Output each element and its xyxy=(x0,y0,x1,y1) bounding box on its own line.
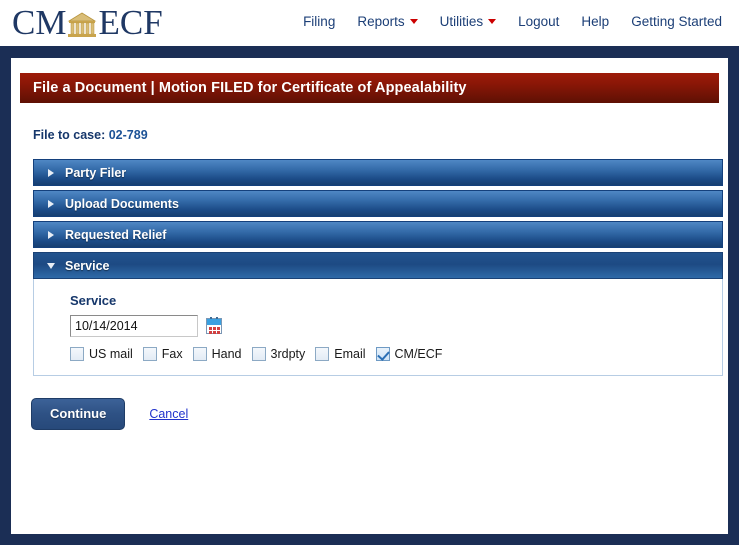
checkbox-label-hand: Hand xyxy=(211,347,242,361)
accordion-label-party-filer: Party Filer xyxy=(65,165,127,180)
page-title-bar: File a Document | Motion FILED for Certi… xyxy=(19,72,720,104)
checkbox-label-fax: Fax xyxy=(161,347,183,361)
calendar-cell xyxy=(217,331,220,334)
calendar-cell xyxy=(213,327,216,330)
checkbox-label-us-mail: US mail xyxy=(89,347,133,361)
service-date-row xyxy=(70,315,722,337)
calendar-cell xyxy=(217,327,220,330)
nav-label-getting-started: Getting Started xyxy=(631,14,722,29)
checkbox-box-email[interactable] xyxy=(315,347,330,361)
cancel-link[interactable]: Cancel xyxy=(149,407,188,421)
case-label: File to case: xyxy=(33,128,106,142)
page-frame: File a Document | Motion FILED for Certi… xyxy=(0,46,739,545)
logo-text-ecf: ECF xyxy=(98,2,163,42)
nav-label-logout: Logout xyxy=(518,14,560,29)
nav-item-help[interactable]: Help xyxy=(570,14,620,29)
main-navigation: Filing Reports Utilities Logout Help Get… xyxy=(292,14,733,29)
calendar-cell xyxy=(209,331,212,334)
filing-accordion: Party Filer Upload Documents Requested R… xyxy=(33,159,723,376)
nav-label-filing: Filing xyxy=(303,14,336,29)
checkbox-cmecf[interactable]: CM/ECF xyxy=(375,347,443,361)
nav-item-getting-started[interactable]: Getting Started xyxy=(620,14,733,29)
accordion-header-upload-documents[interactable]: Upload Documents xyxy=(33,190,723,217)
service-method-checkbox-group: US mail Fax Hand 3rdpty Email CM/ECF xyxy=(70,347,722,361)
chevron-right-icon xyxy=(48,168,54,177)
accordion-label-upload-documents: Upload Documents xyxy=(65,196,179,211)
checkbox-email[interactable]: Email xyxy=(315,347,366,361)
checkbox-box-3rdpty[interactable] xyxy=(251,347,266,361)
chevron-down-icon xyxy=(488,19,497,24)
calendar-cell xyxy=(213,331,216,334)
accordion-header-service[interactable]: Service xyxy=(33,252,723,279)
accordion-header-requested-relief[interactable]: Requested Relief xyxy=(33,221,723,248)
calendar-icon[interactable] xyxy=(206,317,222,334)
continue-button[interactable]: Continue xyxy=(31,398,126,430)
chevron-down-icon xyxy=(409,19,418,24)
checkbox-hand[interactable]: Hand xyxy=(192,347,242,361)
nav-item-reports[interactable]: Reports xyxy=(346,14,428,29)
calendar-header xyxy=(207,319,221,325)
cmecf-logo[interactable]: CM ECF xyxy=(12,2,163,42)
nav-label-utilities: Utilities xyxy=(439,14,484,29)
checkbox-3rdpty[interactable]: 3rdpty xyxy=(251,347,306,361)
nav-item-filing[interactable]: Filing xyxy=(292,14,346,29)
accordion-label-requested-relief: Requested Relief xyxy=(65,227,167,242)
nav-label-reports: Reports xyxy=(357,14,405,29)
accordion-header-party-filer[interactable]: Party Filer xyxy=(33,159,723,186)
chevron-down-icon xyxy=(47,262,55,269)
accordion-label-service: Service xyxy=(65,258,110,273)
page-title: File a Document | Motion FILED for Certi… xyxy=(33,80,467,96)
chevron-right-icon xyxy=(48,230,54,239)
checkbox-box-us-mail[interactable] xyxy=(70,347,84,361)
nav-label-help: Help xyxy=(581,14,610,29)
nav-item-utilities[interactable]: Utilities xyxy=(429,14,508,29)
service-date-input[interactable] xyxy=(70,315,198,337)
checkbox-label-email: Email xyxy=(334,347,366,361)
checkbox-box-cmecf[interactable] xyxy=(375,347,390,361)
case-line: File to case: 02-789 xyxy=(33,128,148,142)
chevron-right-icon xyxy=(48,199,54,208)
checkbox-us-mail[interactable]: US mail xyxy=(70,347,133,361)
form-actions: Continue Cancel xyxy=(31,398,188,430)
checkbox-box-fax[interactable] xyxy=(142,347,157,361)
content-card: File a Document | Motion FILED for Certi… xyxy=(11,58,728,534)
checkbox-box-hand[interactable] xyxy=(192,347,207,361)
courthouse-icon xyxy=(67,9,97,39)
accordion-panel-service: Service 10/14/2014 US mail Fax Hand 3rdp… xyxy=(33,279,723,376)
checkbox-label-cmecf: CM/ECF xyxy=(394,347,443,361)
checkbox-fax[interactable]: Fax xyxy=(142,347,183,361)
service-legend: Service xyxy=(70,293,117,308)
masthead: CM ECF Filing Reports Utilities Logout H… xyxy=(0,0,739,46)
case-number: 02-789 xyxy=(108,128,148,142)
nav-item-logout[interactable]: Logout xyxy=(507,14,570,29)
logo-text-cm: CM xyxy=(12,2,67,42)
calendar-cell xyxy=(209,327,212,330)
checkbox-label-3rdpty: 3rdpty xyxy=(270,347,306,361)
